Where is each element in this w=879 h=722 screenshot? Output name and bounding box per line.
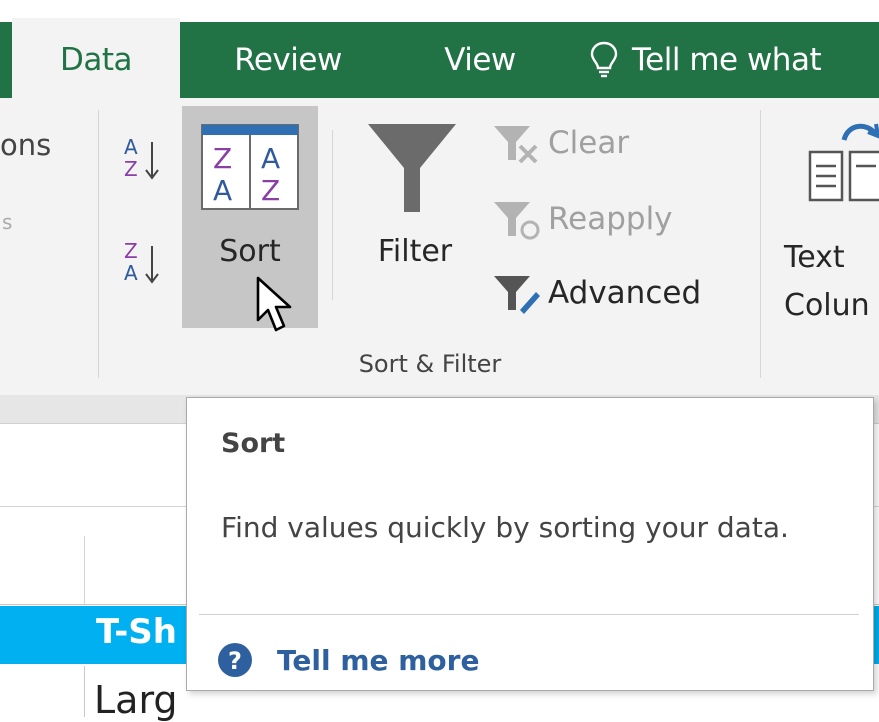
sort-button-label: Sort: [219, 234, 281, 269]
advanced-filter-icon: [494, 276, 540, 314]
lightbulb-icon: [590, 41, 618, 78]
svg-text:Z: Z: [124, 239, 138, 263]
tab-review-label: Review: [234, 42, 342, 78]
svg-text:?: ?: [228, 647, 242, 675]
tooltip-title: Sort: [221, 428, 286, 459]
cell-gridline: [84, 666, 85, 717]
text-to-columns-icon[interactable]: [804, 118, 879, 208]
clear-filter-icon: [494, 126, 538, 164]
sort-dialog-icon: Z A A Z: [201, 124, 299, 210]
group-separator: [98, 110, 99, 378]
tooltip-description: Find values quickly by sorting your data…: [221, 511, 789, 544]
previous-group-label-fragment: ons: [0, 128, 52, 162]
text-to-columns-label-line2: Colun: [784, 288, 870, 323]
sort-tooltip: Sort Find values quickly by sorting your…: [186, 397, 874, 691]
tell-me-more-link[interactable]: ? Tell me more: [217, 642, 479, 678]
svg-text:A: A: [124, 261, 138, 285]
tab-view-label: View: [444, 42, 516, 78]
tab-data-label: Data: [59, 42, 133, 78]
tell-me-more-label: Tell me more: [277, 643, 480, 677]
data-cell-text[interactable]: Larg: [94, 678, 178, 722]
reapply-icon: [494, 202, 540, 240]
group-separator: [760, 110, 761, 378]
help-question-icon: ?: [218, 643, 252, 677]
column-header-separator: [84, 536, 85, 604]
filter-button-label[interactable]: Filter: [360, 234, 470, 269]
advanced-filter-button[interactable]: Advanced: [490, 268, 701, 318]
tab-data[interactable]: Data: [12, 18, 180, 102]
mouse-pointer-icon: [256, 276, 292, 332]
tell-me-label: Tell me what: [632, 42, 822, 78]
svg-text:Z: Z: [124, 157, 138, 181]
tab-review[interactable]: Review: [212, 22, 364, 98]
tell-me-search[interactable]: Tell me what: [590, 22, 879, 98]
sort-button[interactable]: Z A A Z Sort: [182, 106, 318, 332]
previous-group-small-fragment: s: [2, 210, 13, 234]
svg-text:A: A: [261, 142, 280, 175]
tooltip-divider: [199, 614, 859, 615]
group-inner-separator: [332, 130, 333, 300]
sort-filter-group-label: Sort & Filter: [358, 350, 502, 378]
clear-label: Clear: [548, 125, 630, 161]
filter-funnel-icon[interactable]: [364, 120, 460, 216]
svg-text:A: A: [124, 135, 138, 159]
clear-filter-button[interactable]: Clear: [490, 118, 629, 168]
sort-z-to-a-icon[interactable]: Z A: [120, 236, 164, 290]
tab-view[interactable]: View: [420, 22, 540, 98]
reapply-label: Reapply: [548, 201, 673, 237]
sort-a-to-z-icon[interactable]: A Z: [120, 132, 164, 186]
svg-text:Z: Z: [261, 174, 280, 207]
text-to-columns-label-line1: Text: [784, 240, 845, 275]
advanced-label: Advanced: [548, 275, 702, 311]
svg-text:A: A: [213, 174, 232, 207]
header-cell-text: T-Sh: [96, 612, 177, 652]
text-to-columns-label[interactable]: Text Colun: [784, 234, 870, 330]
svg-text:Z: Z: [213, 142, 232, 175]
reapply-button[interactable]: Reapply: [490, 194, 673, 244]
